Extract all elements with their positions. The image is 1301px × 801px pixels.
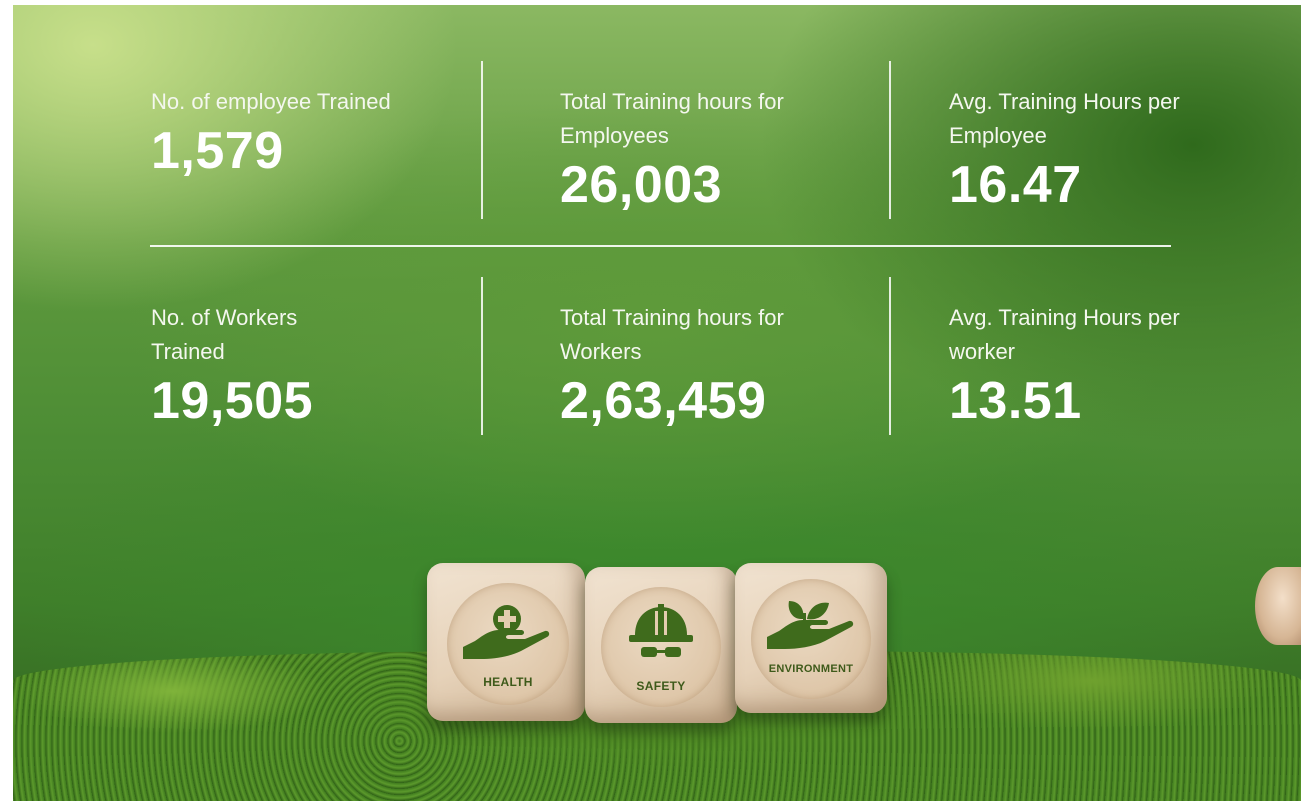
stat-label: Total Training hours for Workers — [560, 305, 784, 364]
stat-employee-training-hours: Total Training hours for Employees 26,00… — [560, 85, 800, 215]
cube-label: ENVIRONMENT — [768, 663, 854, 675]
stat-label: Total Training hours for Employees — [560, 89, 784, 148]
stat-label: Avg. Training Hours per Employee — [949, 89, 1180, 148]
hard-hat-icon — [629, 604, 693, 657]
stat-avg-hours-employee: Avg. Training Hours per Employee 16.47 — [949, 85, 1189, 215]
divider-vertical — [481, 277, 483, 435]
hero-background: No. of employee Trained 1,579 Total Trai… — [13, 5, 1301, 801]
training-stats: No. of employee Trained 1,579 Total Trai… — [13, 5, 1301, 465]
stat-value: 13.51 — [949, 372, 1082, 430]
stat-label: No. of Workers Trained — [151, 305, 298, 364]
stat-value: 2,63,459 — [560, 372, 767, 430]
stat-employees-trained: No. of employee Trained 1,579 — [151, 85, 411, 181]
divider-vertical — [889, 61, 891, 219]
stat-label: No. of employee Trained — [151, 89, 391, 114]
environment-cube: ENVIRONMENT — [735, 563, 887, 713]
safety-cube: SAFETY — [585, 567, 737, 723]
divider-horizontal — [150, 245, 1171, 247]
hand-leaf-icon — [767, 601, 854, 649]
cube-face: ENVIRONMENT — [751, 579, 871, 699]
stat-workers-trained: No. of Workers Trained 19,505 — [151, 301, 371, 431]
cube-face: SAFETY — [601, 587, 721, 707]
stat-value: 26,003 — [560, 156, 723, 214]
stat-worker-training-hours: Total Training hours for Workers 2,63,45… — [560, 301, 800, 431]
cube-label: HEALTH — [483, 675, 533, 689]
stat-avg-hours-worker: Avg. Training Hours per worker 13.51 — [949, 301, 1189, 431]
hand-plus-icon — [463, 605, 550, 659]
cube-label: SAFETY — [636, 679, 686, 693]
stat-label: Avg. Training Hours per worker — [949, 305, 1180, 364]
mushroom-decoration — [1255, 567, 1301, 645]
stat-value: 19,505 — [151, 372, 314, 430]
stat-value: 16.47 — [949, 156, 1082, 214]
stat-value: 1,579 — [151, 122, 284, 180]
cube-face: HEALTH — [447, 583, 569, 705]
health-cube: HEALTH — [427, 563, 585, 721]
divider-vertical — [481, 61, 483, 219]
divider-vertical — [889, 277, 891, 435]
